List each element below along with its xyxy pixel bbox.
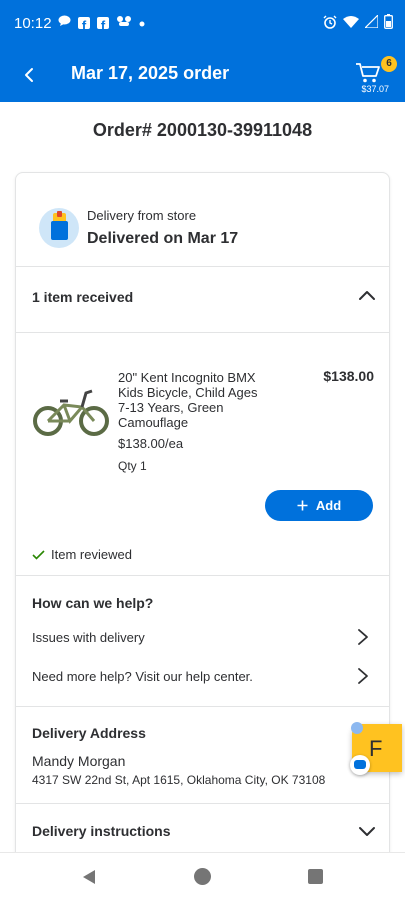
- help-row-label: Issues with delivery: [32, 630, 145, 645]
- store-bag-icon: [39, 208, 79, 248]
- help-row-label: Need more help? Visit our help center.: [32, 669, 253, 684]
- nav-back-icon[interactable]: [80, 868, 98, 886]
- cart-icon: [356, 63, 380, 83]
- battery-icon: [384, 14, 393, 34]
- alarm-icon: [323, 15, 337, 34]
- facebook-icon: f: [78, 17, 90, 33]
- cart-count-badge: 6: [381, 56, 397, 72]
- signal-icon: [363, 13, 379, 33]
- delivery-address-title: Delivery Address: [32, 725, 146, 741]
- delivery-type: Delivery from store: [87, 208, 197, 223]
- help-row-help-center[interactable]: Need more help? Visit our help center.: [16, 659, 389, 695]
- chevron-left-icon: [25, 68, 33, 82]
- dot-icon: [139, 14, 145, 32]
- item-reviewed-status: Item reviewed: [32, 547, 132, 562]
- games-icon: [116, 14, 132, 32]
- page-title: Mar 17, 2025 order: [71, 63, 230, 83]
- chevron-right-icon: [358, 629, 368, 645]
- delivery-address-line: 4317 SW 22nd St, Apt 1615, Oklahoma City…: [32, 773, 326, 787]
- nav-home-icon[interactable]: [194, 868, 211, 885]
- status-bar: 10:12 f f: [0, 0, 405, 50]
- order-details-card: Delivery from store Delivered on Mar 17 …: [15, 172, 390, 874]
- product-name[interactable]: 20" Kent Incognito BMX Kids Bicycle, Chi…: [118, 370, 268, 430]
- chat-bubble-icon[interactable]: [350, 755, 370, 775]
- expand-instructions-button[interactable]: [357, 821, 377, 841]
- recipient-name: Mandy Morgan: [32, 753, 126, 769]
- wifi-icon: [343, 15, 359, 33]
- bicycle-icon: [33, 389, 109, 436]
- chevron-right-icon: [358, 668, 368, 684]
- product-quantity: Qty 1: [118, 459, 147, 473]
- cart-total: $37.07: [361, 84, 389, 94]
- status-time: 10:12: [14, 15, 52, 32]
- add-button-label: Add: [315, 498, 342, 513]
- product-unit-price: $138.00/ea: [118, 436, 184, 451]
- delivery-status: Delivered on Mar 17: [87, 230, 239, 247]
- divider: [16, 575, 389, 576]
- divider: [16, 266, 389, 267]
- help-row-issues-with-delivery[interactable]: Issues with delivery: [16, 620, 389, 656]
- order-number: Order# 2000130-39911048: [92, 120, 313, 140]
- divider: [16, 803, 389, 804]
- system-nav-bar: [0, 852, 405, 901]
- product-price: $138.00: [323, 368, 374, 384]
- chevron-up-icon: [359, 291, 375, 300]
- collapse-items-button[interactable]: [357, 286, 377, 306]
- check-icon: [32, 549, 45, 560]
- notification-dot: [351, 722, 363, 734]
- status-left-icons: f f: [58, 14, 145, 33]
- add-to-cart-button[interactable]: Add: [265, 490, 373, 521]
- status-right-icons: [323, 13, 393, 34]
- back-button[interactable]: [14, 60, 44, 90]
- chevron-down-icon: [359, 827, 375, 836]
- facebook-icon: f: [97, 17, 109, 33]
- divider: [16, 706, 389, 707]
- plus-icon: [297, 500, 308, 511]
- chat-head-letter: F: [369, 736, 383, 761]
- delivery-instructions-title[interactable]: Delivery instructions: [32, 823, 171, 839]
- nav-recents-icon[interactable]: [308, 869, 323, 884]
- divider: [16, 332, 389, 333]
- app-header: Mar 17, 2025 order 6: [0, 50, 405, 102]
- items-section-title: 1 item received: [32, 289, 134, 305]
- help-section-title: How can we help?: [32, 595, 154, 611]
- item-reviewed-label: Item reviewed: [51, 547, 132, 562]
- product-image[interactable]: [32, 383, 110, 439]
- chat-icon: [58, 14, 71, 32]
